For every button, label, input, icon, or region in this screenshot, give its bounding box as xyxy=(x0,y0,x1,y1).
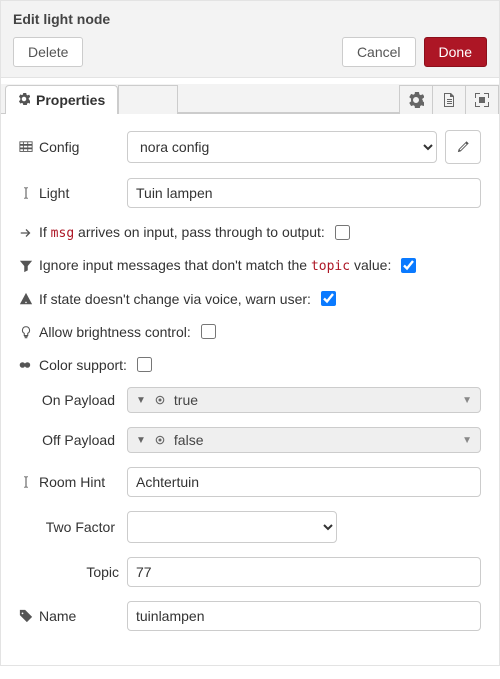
bool-icon xyxy=(154,394,166,406)
document-icon xyxy=(441,92,457,108)
tab-empty[interactable] xyxy=(118,85,178,114)
config-label: Config xyxy=(39,139,79,155)
arrow-right-icon xyxy=(19,226,33,240)
row-two-factor: Two Factor xyxy=(19,511,481,543)
row-on-payload: On Payload ▼ true ▼ xyxy=(19,387,481,413)
warn-text: If state doesn't change via voice, warn … xyxy=(39,291,311,307)
passthrough-text: If msg arrives on input, pass through to… xyxy=(39,224,325,241)
row-warn-user: If state doesn't change via voice, warn … xyxy=(19,288,481,309)
row-color: Color support: xyxy=(19,354,481,375)
brightness-checkbox[interactable] xyxy=(201,324,216,339)
row-ignore-topic: Ignore input messages that don't match t… xyxy=(19,255,481,276)
grid-icon xyxy=(19,140,33,154)
topic-label: Topic xyxy=(19,564,119,580)
tab-properties[interactable]: Properties xyxy=(5,85,118,114)
color-icon xyxy=(19,358,33,372)
off-payload-label: Off Payload xyxy=(19,432,119,448)
light-input[interactable] xyxy=(127,178,481,208)
caret-down-icon: ▼ xyxy=(462,435,472,446)
frame-icon xyxy=(474,92,490,108)
row-name: Name xyxy=(19,601,481,631)
filter-icon xyxy=(19,259,33,273)
ignore-text: Ignore input messages that don't match t… xyxy=(39,257,391,274)
light-label: Light xyxy=(39,185,69,201)
pencil-icon xyxy=(456,140,470,154)
tool-appearance-button[interactable] xyxy=(465,85,499,114)
warning-icon xyxy=(19,292,33,306)
name-label-wrap: Name xyxy=(19,608,119,624)
row-brightness: Allow brightness control: xyxy=(19,321,481,342)
off-payload-field[interactable]: ▼ false ▼ xyxy=(127,427,481,453)
topic-input[interactable] xyxy=(127,557,481,587)
caret-down-icon: ▼ xyxy=(136,395,146,406)
caret-down-icon: ▼ xyxy=(462,395,472,406)
two-factor-label: Two Factor xyxy=(19,519,119,535)
room-hint-label: Room Hint xyxy=(39,474,105,490)
dialog-title: Edit light node xyxy=(13,11,487,27)
row-room-hint: Room Hint xyxy=(19,467,481,497)
text-cursor-icon xyxy=(19,186,33,200)
two-factor-select[interactable] xyxy=(127,511,337,543)
light-label-wrap: Light xyxy=(19,185,119,201)
brightness-text: Allow brightness control: xyxy=(39,324,191,340)
room-hint-label-wrap: Room Hint xyxy=(19,474,119,490)
row-topic: Topic xyxy=(19,557,481,587)
gear-icon xyxy=(18,92,30,108)
cancel-button[interactable]: Cancel xyxy=(342,37,416,67)
off-payload-value: false xyxy=(174,432,204,448)
bool-icon xyxy=(154,434,166,446)
row-config: Config nora config xyxy=(19,130,481,164)
header-button-row: Delete Cancel Done xyxy=(13,37,487,67)
tab-properties-label: Properties xyxy=(36,92,105,108)
config-select[interactable]: nora config xyxy=(127,131,437,163)
row-off-payload: Off Payload ▼ false ▼ xyxy=(19,427,481,453)
name-input[interactable] xyxy=(127,601,481,631)
config-label-wrap: Config xyxy=(19,139,119,155)
on-payload-value: true xyxy=(174,392,198,408)
done-button[interactable]: Done xyxy=(424,37,487,67)
tag-icon xyxy=(19,609,33,623)
warn-user-checkbox[interactable] xyxy=(321,291,336,306)
tool-icons xyxy=(400,84,499,113)
room-hint-input[interactable] xyxy=(127,467,481,497)
passthrough-checkbox[interactable] xyxy=(335,225,350,240)
tab-bar: Properties xyxy=(1,84,499,114)
on-payload-label: On Payload xyxy=(19,392,119,408)
color-checkbox[interactable] xyxy=(137,357,152,372)
edit-node-dialog: Edit light node Delete Cancel Done Prope… xyxy=(0,0,500,666)
name-label: Name xyxy=(39,608,76,624)
color-text: Color support: xyxy=(39,357,127,373)
caret-down-icon: ▼ xyxy=(136,435,146,446)
config-edit-button[interactable] xyxy=(445,130,481,164)
text-cursor-icon xyxy=(19,475,33,489)
row-light: Light xyxy=(19,178,481,208)
dialog-header: Edit light node Delete Cancel Done xyxy=(1,1,499,78)
lightbulb-icon xyxy=(19,325,33,339)
delete-button[interactable]: Delete xyxy=(13,37,83,67)
gear-icon xyxy=(408,92,424,108)
ignore-topic-checkbox[interactable] xyxy=(401,258,416,273)
row-passthrough: If msg arrives on input, pass through to… xyxy=(19,222,481,243)
form-body: Config nora config Light If msg arrives … xyxy=(1,114,499,665)
tool-doc-button[interactable] xyxy=(432,85,466,114)
on-payload-field[interactable]: ▼ true ▼ xyxy=(127,387,481,413)
tool-settings-button[interactable] xyxy=(399,85,433,114)
